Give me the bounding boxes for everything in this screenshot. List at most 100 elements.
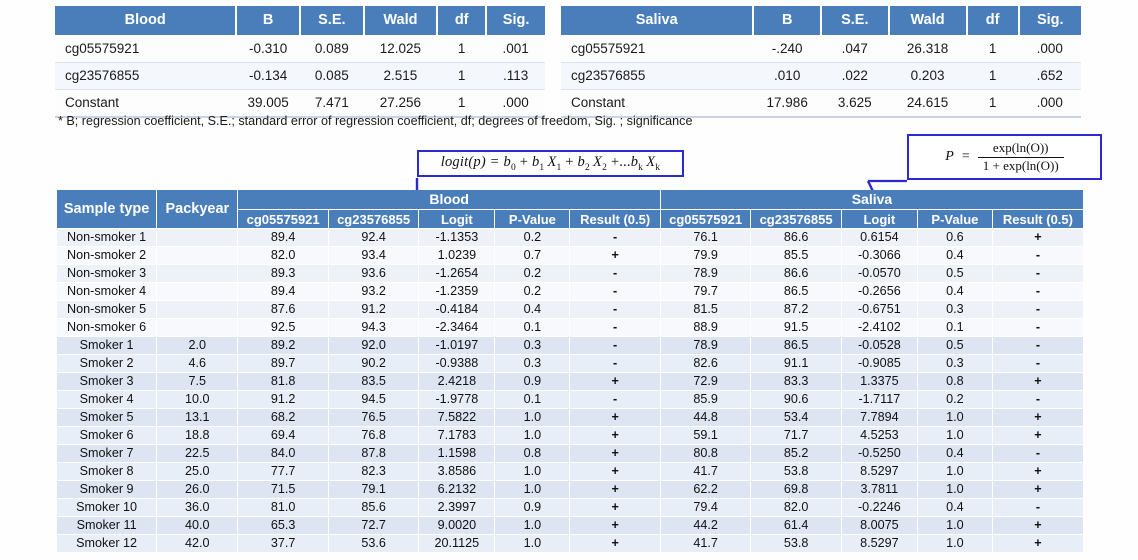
main-results-table-wrapper: Sample type Packyear Blood Saliva cg0557…	[57, 190, 1083, 553]
table-row: Smoker 7 22.5 84.0 87.8 1.1598 0.8 +80.8 85.2 -0…	[57, 444, 1083, 463]
cell-blood-cg05575921: 91.2	[237, 390, 329, 409]
col-header-blood: Blood	[55, 6, 238, 36]
table-row: Smoker 9 26.0 71.5 79.1 6.2132 1.0 +62.2 69.8 3.…	[57, 480, 1083, 499]
cell-blood-result: +	[569, 426, 661, 445]
cell-saliva-result: -	[992, 246, 1083, 265]
cell-blood-result: +	[569, 516, 661, 535]
cell-se: 3.625	[820, 89, 889, 118]
cell-saliva-cg05575921: 82.6	[660, 354, 752, 373]
cell-probe: Constant	[55, 89, 237, 118]
main-results-table: Sample type Packyear Blood Saliva cg0557…	[57, 190, 1083, 553]
cell-blood-pvalue: 0.8	[494, 444, 571, 463]
cell-saliva-cg05575921: 85.9	[660, 390, 752, 409]
cell-blood-pvalue: 0.3	[494, 354, 571, 373]
cell-wald: 12.025	[363, 35, 438, 63]
cell-saliva-pvalue: 0.4	[917, 282, 993, 301]
cell-saliva-pvalue: 0.4	[917, 498, 993, 517]
cell-blood-result: -	[569, 354, 661, 373]
cell-sample-type: Smoker 11	[57, 516, 158, 535]
logit-b1-sub: 1	[539, 162, 545, 173]
cell-sample-type: Non-smoker 5	[57, 300, 158, 319]
cell-sample-type: Smoker 8	[57, 462, 158, 481]
cell-blood-result: -	[569, 336, 661, 355]
group-header-blood: Blood	[237, 190, 661, 210]
col-header-wald: Wald	[363, 6, 439, 36]
cell-sample-type: Non-smoker 3	[57, 264, 158, 283]
figure-canvas: Blood B S.E. Wald df Sig. cg05575921 -0.…	[0, 0, 1138, 560]
cell-blood-result: -	[569, 390, 661, 409]
blood-regression-table: Blood B S.E. Wald df Sig. cg05575921 -0.…	[55, 6, 545, 118]
table-row: Smoker 2 4.6 89.7 90.2 -0.9388 0.3-82.6 91.1 -0…	[57, 354, 1083, 373]
cell-blood-cg23576855: 85.6	[328, 498, 420, 517]
cell-saliva-cg23576855: 53.8	[750, 534, 842, 553]
table-row: cg05575921 -.240 .047 26.318 1 .000	[561, 35, 1081, 63]
table-row: cg23576855 -0.134 0.085 2.515 1 .113	[55, 62, 545, 90]
cell-saliva-cg23576855: 91.1	[750, 354, 842, 373]
col-header-packyear: Packyear	[156, 190, 239, 229]
cell-saliva-cg05575921: 78.9	[660, 336, 752, 355]
table-row: Smoker 10 36.0 81.0 85.6 2.3997 0.9 +79.4 82.0-…	[57, 498, 1083, 517]
table-row: Constant 17.986 3.625 24.615 1 .000	[561, 89, 1081, 118]
cell-blood-cg05575921: 77.7	[237, 462, 329, 481]
table-row: Non-smoker 5 87.6 91.2 -0.4184 0.4-81.5 87.2-…	[57, 300, 1083, 319]
probability-denominator: 1 + exp(ln(O))	[977, 156, 1064, 174]
cell-blood-pvalue: 1.0	[494, 480, 571, 499]
cell-blood-logit: 20.1125	[418, 534, 496, 553]
probability-formula-box: P = exp(ln(O)) 1 + exp(ln(O))	[907, 134, 1102, 180]
cell-saliva-logit: -0.2656	[841, 282, 918, 301]
cell-saliva-logit: -0.9085	[841, 354, 918, 373]
logit-bk-sub: k	[638, 162, 644, 173]
cell-blood-logit: -1.2654	[418, 264, 496, 283]
cell-saliva-logit: 8.0075	[841, 516, 918, 535]
cell-saliva-logit: 7.7894	[841, 408, 918, 427]
cell-blood-pvalue: 1.0	[494, 426, 571, 445]
cell-packyear	[156, 246, 239, 265]
cell-blood-cg05575921: 69.4	[237, 426, 329, 445]
cell-blood-cg05575921: 82.0	[237, 246, 329, 265]
cell-blood-cg23576855: 90.2	[328, 354, 420, 373]
cell-saliva-cg23576855: 53.8	[750, 462, 842, 481]
cell-blood-pvalue: 0.4	[494, 300, 571, 319]
cell-saliva-result: -	[992, 336, 1083, 355]
cell-blood-logit: -0.4184	[418, 300, 496, 319]
logit-tail: +...	[610, 154, 631, 171]
cell-b: 39.005	[236, 89, 300, 118]
cell-saliva-logit: -0.0528	[841, 336, 918, 355]
cell-saliva-cg05575921: 44.8	[660, 408, 752, 427]
cell-blood-logit: -1.9778	[418, 390, 496, 409]
cell-saliva-result: +	[992, 408, 1083, 427]
cell-probe: Constant	[561, 89, 754, 118]
cell-sample-type: Non-smoker 2	[57, 246, 158, 265]
cell-blood-result: +	[569, 480, 661, 499]
cell-packyear	[156, 318, 239, 337]
cell-saliva-pvalue: 1.0	[917, 462, 993, 481]
cell-sample-type: Smoker 7	[57, 444, 158, 463]
cell-saliva-pvalue: 0.3	[917, 300, 993, 319]
cell-probe: cg05575921	[561, 35, 754, 63]
cell-saliva-cg05575921: 79.7	[660, 282, 752, 301]
col-header-df: df	[437, 6, 488, 36]
cell-saliva-cg05575921: 81.5	[660, 300, 752, 319]
cell-saliva-pvalue: 1.0	[917, 408, 993, 427]
cell-saliva-pvalue: 0.5	[917, 264, 993, 283]
cell-saliva-result: +	[992, 426, 1083, 445]
cell-blood-result: -	[569, 318, 661, 337]
cell-saliva-logit: 1.3375	[841, 372, 918, 391]
cell-blood-pvalue: 0.2	[494, 282, 571, 301]
logit-rhs: ) =	[480, 154, 500, 171]
cell-saliva-logit: -0.6751	[841, 300, 918, 319]
cell-saliva-logit: 8.5297	[841, 462, 918, 481]
cell-probe: cg23576855	[55, 62, 237, 90]
cell-blood-logit: 1.1598	[418, 444, 496, 463]
col-header-wald: Wald	[888, 6, 968, 36]
cell-saliva-result: -	[992, 354, 1083, 373]
cell-se: .022	[820, 62, 889, 90]
cell-sample-type: Smoker 9	[57, 480, 158, 499]
cell-saliva-cg23576855: 87.2	[750, 300, 842, 319]
cell-saliva-cg05575921: 72.9	[660, 372, 752, 391]
cell-blood-logit: 6.2132	[418, 480, 496, 499]
probability-lhs: P	[945, 149, 954, 164]
cell-saliva-cg23576855: 86.6	[750, 228, 842, 247]
cell-wald: 2.515	[363, 62, 438, 90]
cell-saliva-cg05575921: 44.2	[660, 516, 752, 535]
